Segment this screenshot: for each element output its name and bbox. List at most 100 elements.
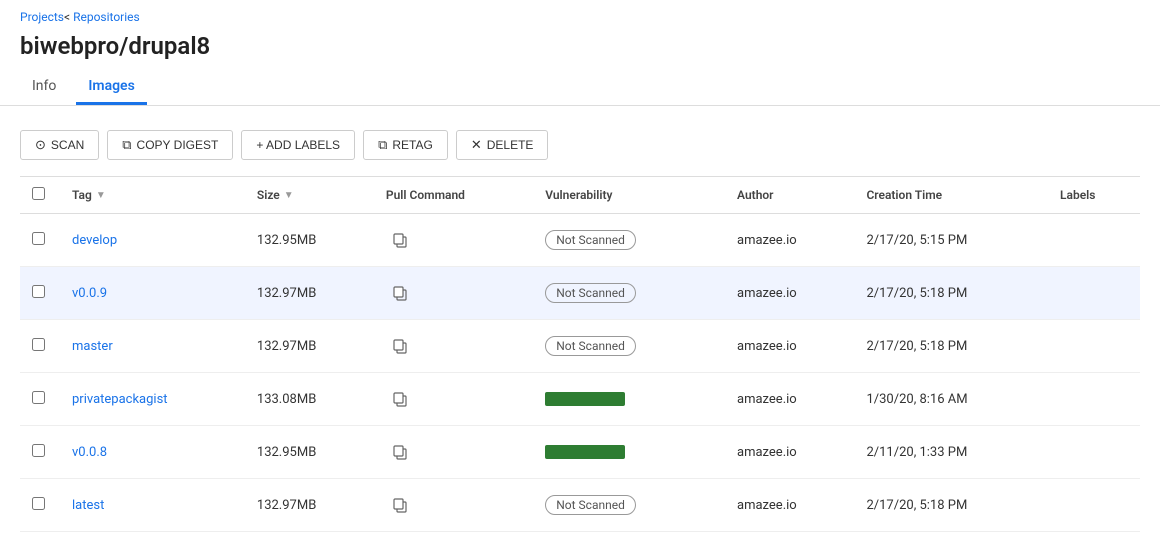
table-body: develop132.95MB Not Scannedamazee.io2/17… — [20, 214, 1140, 532]
breadcrumb-repositories[interactable]: Repositories — [73, 10, 140, 24]
not-scanned-badge: Not Scanned — [545, 230, 636, 250]
copy-pull-command-icon[interactable] — [386, 332, 414, 360]
row-tag: v0.0.9 — [60, 267, 245, 320]
vulnerability-bar-container — [545, 445, 645, 459]
table-header-row: Tag ▼ Size ▼ Pull Command Vulnerability — [20, 177, 1140, 214]
tag-link[interactable]: privatepackagist — [72, 392, 168, 407]
row-creation-time: 1/30/20, 8:16 AM — [854, 373, 1048, 426]
copy-digest-icon: ⧉ — [122, 137, 131, 153]
size-sort-icon: ▼ — [284, 190, 294, 201]
breadcrumb: Projects< Repositories — [0, 0, 1160, 28]
header-pull-command: Pull Command — [374, 177, 533, 214]
delete-icon: ✕ — [471, 137, 482, 153]
row-author: amazee.io — [725, 214, 854, 267]
table-row: master 132.97MB Not Scanned amazee.io2/17/… — [20, 320, 1140, 373]
not-scanned-badge: Not Scanned — [545, 283, 636, 303]
row-tag: v0.0.8 — [60, 426, 245, 479]
vulnerability-bar — [545, 392, 625, 406]
images-table: Tag ▼ Size ▼ Pull Command Vulnerability — [20, 176, 1140, 532]
tag-link[interactable]: develop — [72, 233, 117, 248]
copy-pull-command-icon[interactable] — [386, 279, 414, 307]
tabs-container: Info Images — [0, 70, 1160, 106]
row-checkbox-cell — [20, 320, 60, 373]
header-tag[interactable]: Tag ▼ — [60, 177, 245, 214]
row-pull-command — [374, 267, 533, 320]
header-size[interactable]: Size ▼ — [245, 177, 374, 214]
row-labels — [1048, 426, 1140, 479]
row-size: 132.97MB — [245, 479, 374, 532]
row-pull-command — [374, 214, 533, 267]
row-checkbox-0[interactable] — [32, 232, 45, 245]
row-vulnerability: Not Scanned — [533, 214, 725, 267]
row-pull-command — [374, 479, 533, 532]
row-tag: master — [60, 320, 245, 373]
row-vulnerability — [533, 426, 725, 479]
row-checkbox-cell — [20, 214, 60, 267]
row-checkbox-cell — [20, 373, 60, 426]
copy-pull-command-icon[interactable] — [386, 385, 414, 413]
copy-pull-command-icon[interactable] — [386, 226, 414, 254]
copy-digest-button[interactable]: ⧉ COPY DIGEST — [107, 130, 233, 160]
table-row: develop132.95MB Not Scannedamazee.io2/17… — [20, 214, 1140, 267]
retag-button[interactable]: ⧉ RETAG — [363, 130, 448, 160]
row-size: 132.97MB — [245, 320, 374, 373]
row-creation-time: 2/17/20, 5:18 PM — [854, 267, 1048, 320]
not-scanned-badge: Not Scanned — [545, 495, 636, 515]
row-tag: develop — [60, 214, 245, 267]
row-checkbox-1[interactable] — [32, 285, 45, 298]
table-row: latest 132.97MB Not Scanned amazee.io2/17/… — [20, 479, 1140, 532]
row-vulnerability — [533, 373, 725, 426]
scan-button[interactable]: ⊙ SCAN — [20, 130, 99, 160]
tag-link[interactable]: master — [72, 339, 113, 354]
select-all-checkbox[interactable] — [32, 187, 45, 200]
row-labels — [1048, 267, 1140, 320]
row-pull-command — [374, 373, 533, 426]
row-labels — [1048, 373, 1140, 426]
not-scanned-badge: Not Scanned — [545, 336, 636, 356]
header-checkbox-col — [20, 177, 60, 214]
header-vulnerability: Vulnerability — [533, 177, 725, 214]
vulnerability-bar-container — [545, 392, 645, 406]
row-creation-time: 2/17/20, 5:15 PM — [854, 214, 1048, 267]
row-checkbox-2[interactable] — [32, 338, 45, 351]
row-labels — [1048, 320, 1140, 373]
tab-images[interactable]: Images — [76, 70, 146, 105]
row-author: amazee.io — [725, 479, 854, 532]
row-checkbox-cell — [20, 479, 60, 532]
row-author: amazee.io — [725, 373, 854, 426]
row-tag: latest — [60, 479, 245, 532]
row-creation-time: 2/17/20, 5:18 PM — [854, 479, 1048, 532]
row-pull-command — [374, 320, 533, 373]
tab-info[interactable]: Info — [20, 70, 68, 105]
row-checkbox-4[interactable] — [32, 444, 45, 457]
add-labels-button[interactable]: + ADD LABELS — [241, 130, 355, 160]
row-vulnerability: Not Scanned — [533, 479, 725, 532]
table-row: privatepackagist 133.08MB amazee.io1/30/2… — [20, 373, 1140, 426]
row-author: amazee.io — [725, 320, 854, 373]
row-checkbox-5[interactable] — [32, 497, 45, 510]
table-row: v0.0.9132.97MB Not Scannedamazee.io2/17/… — [20, 267, 1140, 320]
scan-icon: ⊙ — [35, 137, 46, 153]
row-pull-command — [374, 426, 533, 479]
row-checkbox-cell — [20, 267, 60, 320]
tag-link[interactable]: v0.0.8 — [72, 445, 107, 460]
breadcrumb-projects[interactable]: Projects — [20, 10, 64, 24]
header-creation-time: Creation Time — [854, 177, 1048, 214]
row-size: 133.08MB — [245, 373, 374, 426]
row-size: 132.95MB — [245, 426, 374, 479]
row-vulnerability: Not Scanned — [533, 267, 725, 320]
tag-link[interactable]: latest — [72, 498, 104, 513]
row-creation-time: 2/11/20, 1:33 PM — [854, 426, 1048, 479]
toolbar: ⊙ SCAN ⧉ COPY DIGEST + ADD LABELS ⧉ RETA… — [0, 122, 1160, 176]
delete-button[interactable]: ✕ DELETE — [456, 130, 549, 160]
row-checkbox-3[interactable] — [32, 391, 45, 404]
row-labels — [1048, 479, 1140, 532]
table-row: v0.0.8132.95MB amazee.io2/11/20, 1:33 PM — [20, 426, 1140, 479]
row-size: 132.97MB — [245, 267, 374, 320]
row-creation-time: 2/17/20, 5:18 PM — [854, 320, 1048, 373]
page-title: biwebpro/drupal8 — [0, 28, 1160, 70]
row-vulnerability: Not Scanned — [533, 320, 725, 373]
copy-pull-command-icon[interactable] — [386, 491, 414, 519]
copy-pull-command-icon[interactable] — [386, 438, 414, 466]
tag-link[interactable]: v0.0.9 — [72, 286, 107, 301]
